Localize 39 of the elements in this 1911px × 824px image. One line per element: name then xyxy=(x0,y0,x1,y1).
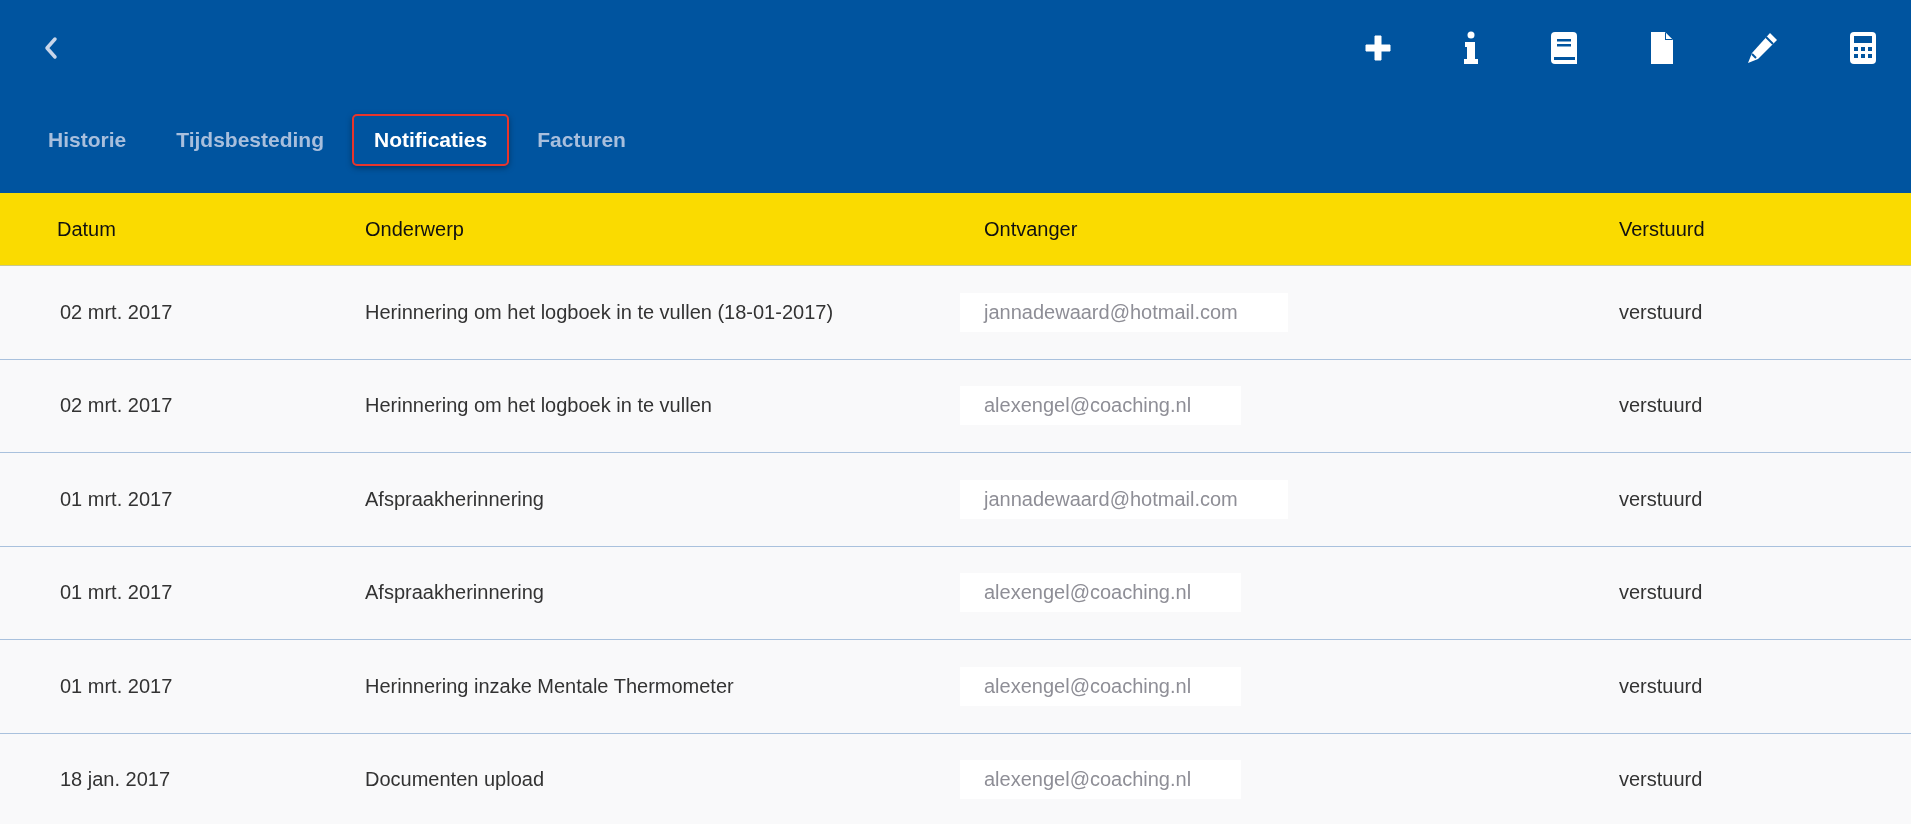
table-cell-text: verstuurd xyxy=(1618,394,1703,418)
table-cell-text: 02 mrt. 2017 xyxy=(59,300,174,324)
book-icon[interactable] xyxy=(1549,31,1579,65)
column-header: Ontvanger xyxy=(984,217,1079,241)
table-cell-text: verstuurd xyxy=(1618,300,1703,324)
table-cell-text: 01 mrt. 2017 xyxy=(59,674,174,698)
back-icon[interactable] xyxy=(44,36,58,60)
table-cell-text: 01 mrt. 2017 xyxy=(59,487,174,511)
table-cell-text: Herinnering inzake Mentale Thermometer xyxy=(364,674,735,698)
column-header: Onderwerp xyxy=(364,217,465,241)
table-cell-text: 01 mrt. 2017 xyxy=(59,581,174,605)
table-cell: alexengel@coaching.nl xyxy=(960,666,1242,706)
table-cell-text: Documenten upload xyxy=(364,768,545,792)
table-cell: jannadewaard@hotmail.com xyxy=(960,479,1288,519)
table-cell-text: Afspraakherinnering xyxy=(364,581,545,605)
plus-icon[interactable] xyxy=(1363,33,1393,63)
table-cell-text: Herinnering om het logboek in te vullen (18-01-2017) xyxy=(364,300,835,324)
table-cell-text: verstuurd xyxy=(1618,674,1703,698)
table-cell-text: verstuurd xyxy=(1618,581,1703,605)
calculator-icon[interactable] xyxy=(1849,31,1877,65)
document-icon[interactable] xyxy=(1649,31,1675,65)
table-cell-text: 02 mrt. 2017 xyxy=(59,394,174,418)
table-cell-text: verstuurd xyxy=(1618,487,1703,511)
table-cell: alexengel@coaching.nl xyxy=(960,760,1242,800)
column-header: Datum xyxy=(56,217,117,241)
tab[interactable]: Tijdsbesteding xyxy=(154,114,346,166)
info-icon[interactable] xyxy=(1463,31,1479,65)
table-cell: jannadewaard@hotmail.com xyxy=(960,292,1288,332)
table-cell-text: Afspraakherinnering xyxy=(364,487,545,511)
table-cell-text: verstuurd xyxy=(1618,768,1703,792)
column-header: Verstuurd xyxy=(1618,217,1705,241)
tab[interactable]: Facturen xyxy=(515,114,648,166)
tab[interactable]: Historie xyxy=(26,114,149,166)
table-cell-text: Herinnering om het logboek in te vullen xyxy=(364,394,713,418)
table-cell: alexengel@coaching.nl xyxy=(960,573,1242,613)
pencil-icon[interactable] xyxy=(1745,31,1779,65)
tab[interactable]: Notificaties xyxy=(352,114,510,166)
table-cell-text: 18 jan. 2017 xyxy=(59,768,172,792)
table-cell: alexengel@coaching.nl xyxy=(960,386,1242,426)
